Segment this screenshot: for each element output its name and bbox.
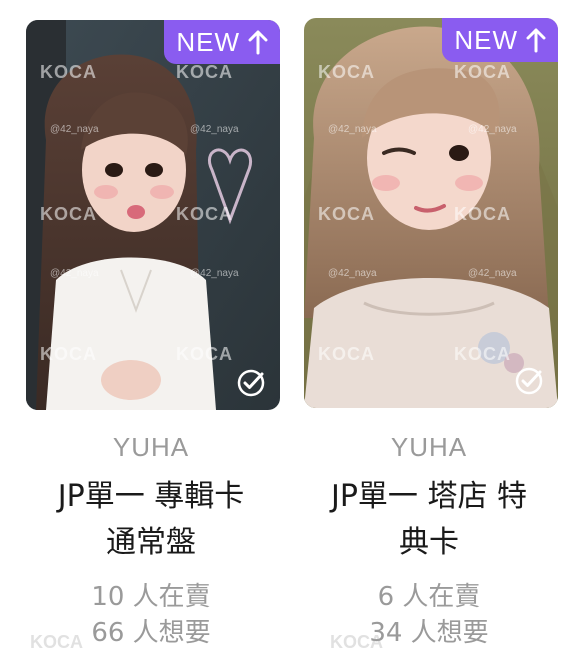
card-title[interactable]: JP單一 塔店 特 典卡 [298, 474, 560, 566]
watermark: KOCA [454, 344, 511, 364]
watermark-handle: @42_naya [468, 124, 517, 135]
card-title-line: JP單一 塔店 特 [330, 479, 527, 514]
watermark-handle: @42_naya [190, 268, 239, 279]
member-name: YUHA [390, 432, 468, 462]
card-title-line: JP單一 專輯卡 [57, 479, 245, 514]
watermark: KOCA [176, 62, 233, 82]
watermark: KOCA [318, 344, 375, 364]
selling-count: 10 人在賣 [91, 582, 211, 612]
watermark: KOCA [318, 62, 375, 82]
background-watermark: KOCA [30, 632, 83, 652]
selling-count: 6 人在賣 [377, 582, 481, 612]
watermark-handle: @42_naya [468, 268, 517, 279]
watermark: KOCA [318, 204, 375, 224]
watermark-handle: @42_naya [190, 124, 239, 135]
arrow-up-icon [526, 28, 546, 53]
new-badge: NEW [164, 20, 280, 64]
watermark: KOCA [176, 344, 233, 364]
card-title-line: 典卡 [399, 525, 459, 560]
card-title-line: 通常盤 [106, 525, 196, 560]
background-watermark: KOCA [330, 632, 383, 652]
watermark: KOCA [176, 204, 233, 224]
card-title[interactable]: JP單一 專輯卡 通常盤 [20, 474, 282, 566]
watermark: KOCA [454, 62, 511, 82]
watermark: KOCA [40, 204, 97, 224]
watermark-handle: @42_naya [328, 268, 377, 279]
badge-label: NEW [454, 24, 518, 55]
check-circle-icon[interactable] [236, 368, 266, 398]
watermark-handle: @42_naya [50, 124, 99, 135]
watermark-handle: @42_naya [328, 124, 377, 135]
photocard-item[interactable]: KOCA KOCA KOCA KOCA KOCA KOCA @42_naya @… [298, 0, 560, 661]
check-circle-icon[interactable] [514, 366, 544, 396]
badge-label: NEW [176, 26, 240, 57]
watermark-handle: @42_naya [50, 268, 99, 279]
watermark: KOCA [40, 62, 97, 82]
photocard-image[interactable]: KOCA KOCA KOCA KOCA KOCA KOCA @42_naya @… [304, 18, 558, 408]
photocard-item[interactable]: KOCA KOCA KOCA KOCA KOCA KOCA @42_naya @… [20, 0, 282, 661]
new-badge: NEW [442, 18, 558, 62]
watermark: KOCA [40, 344, 97, 364]
watermark: KOCA [454, 204, 511, 224]
photocard-grid: KOCA KOCA KOCA KOCA KOCA KOCA @42_naya @… [0, 0, 572, 661]
arrow-up-icon [248, 30, 268, 55]
member-name: YUHA [112, 432, 190, 462]
photocard-image[interactable]: KOCA KOCA KOCA KOCA KOCA KOCA @42_naya @… [26, 20, 280, 410]
